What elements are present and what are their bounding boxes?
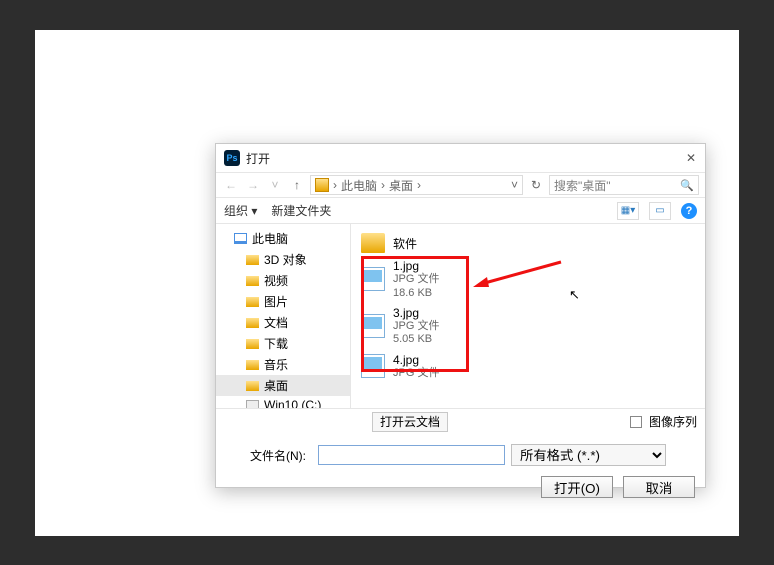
dialog-title: 打开	[246, 150, 683, 167]
folder-icon	[246, 276, 259, 286]
tree-item-label: 桌面	[264, 377, 288, 394]
view-mode-button[interactable]: ▦▾	[617, 202, 639, 220]
tree-item-label: 视频	[264, 272, 288, 289]
tree-item-label: 文档	[264, 314, 288, 331]
open-cloud-button[interactable]: 打开云文档	[372, 412, 448, 432]
pc-icon	[234, 233, 247, 244]
file-name: 3.jpg	[393, 306, 439, 320]
open-button[interactable]: 打开(O)	[541, 476, 613, 498]
tree-item-label: Win10 (C:)	[264, 398, 321, 408]
file-size: 18.6 KB	[393, 287, 439, 300]
app-icon: Ps	[224, 150, 240, 166]
path-sep: ›	[381, 178, 385, 192]
tree-item[interactable]: 图片	[216, 291, 350, 312]
folder-icon	[246, 360, 259, 370]
image-file-icon	[361, 354, 385, 378]
file-type: JPG 文件	[393, 273, 439, 286]
tree-item-label: 下载	[264, 335, 288, 352]
nav-forward[interactable]: →	[244, 178, 262, 192]
file-meta: 3.jpgJPG 文件5.05 KB	[393, 306, 439, 347]
titlebar: Ps 打开 ✕	[216, 144, 705, 172]
search-input[interactable]: 搜索"桌面" 🔍	[549, 175, 699, 195]
nav-back[interactable]: ←	[222, 178, 240, 192]
filename-label: 文件名(N):	[226, 447, 312, 464]
image-sequence-option[interactable]: 图像序列	[630, 413, 697, 430]
address-bar: ← → ˅ ↑ › 此电脑 › 桌面 › ˅ ↻ 搜索"桌面" 🔍	[216, 172, 705, 198]
search-icon: 🔍	[680, 179, 694, 192]
disk-icon	[246, 400, 259, 408]
tree-item[interactable]: 3D 对象	[216, 249, 350, 270]
folder-item[interactable]: 软件	[359, 230, 697, 256]
tree-item[interactable]: 视频	[216, 270, 350, 291]
file-size: 5.05 KB	[393, 333, 439, 346]
close-button[interactable]: ✕	[683, 150, 699, 166]
folder-icon	[246, 255, 259, 265]
filename-input[interactable]	[318, 445, 505, 465]
tree-item[interactable]: Win10 (C:)	[216, 396, 350, 408]
path-dropdown-icon[interactable]: ˅	[511, 178, 518, 192]
folder-icon	[246, 318, 259, 328]
folder-icon	[246, 381, 259, 391]
folder-icon	[246, 297, 259, 307]
image-file-icon	[361, 267, 385, 291]
toolbar: 组织 ▾ 新建文件夹 ▦▾ ▭ ?	[216, 198, 705, 224]
help-button[interactable]: ?	[681, 203, 697, 219]
tree-item[interactable]: 文档	[216, 312, 350, 333]
organize-menu[interactable]: 组织 ▾	[224, 202, 257, 219]
tree-item[interactable]: 桌面	[216, 375, 350, 396]
path-sep: ›	[417, 178, 421, 192]
image-file-icon	[361, 314, 385, 338]
path-box[interactable]: › 此电脑 › 桌面 › ˅	[310, 175, 523, 195]
tree-item[interactable]: 此电脑	[216, 228, 350, 249]
file-list[interactable]: ↖ 软件 1.jpgJPG 文件18.6 KB3.jpgJPG 文件5.05 K…	[351, 224, 705, 408]
folder-tree[interactable]: 此电脑 3D 对象视频图片文档下载音乐桌面 Win10 (C:)	[216, 224, 351, 408]
file-type: JPG 文件	[393, 367, 439, 380]
cancel-button[interactable]: 取消	[623, 476, 695, 498]
drive-icon	[315, 178, 329, 192]
file-name: 4.jpg	[393, 353, 439, 367]
folder-icon	[361, 233, 385, 253]
image-sequence-label: 图像序列	[649, 415, 697, 429]
tree-item-label: 此电脑	[252, 230, 288, 247]
tree-item-label: 图片	[264, 293, 288, 310]
preview-pane-button[interactable]: ▭	[649, 202, 671, 220]
file-item[interactable]: 3.jpgJPG 文件5.05 KB	[359, 303, 697, 350]
path-seg-2[interactable]: 桌面	[389, 177, 413, 194]
search-placeholder: 搜索"桌面"	[554, 177, 611, 194]
new-folder-button[interactable]: 新建文件夹	[271, 202, 331, 219]
open-file-dialog: Ps 打开 ✕ ← → ˅ ↑ › 此电脑 › 桌面 › ˅ ↻ 搜索"桌面" …	[215, 143, 706, 488]
folder-label: 软件	[393, 235, 417, 252]
file-type-select[interactable]: 所有格式 (*.*)	[511, 444, 666, 466]
tree-item[interactable]: 下载	[216, 333, 350, 354]
folder-icon	[246, 339, 259, 349]
bottom-panel: 文件名(N): 所有格式 (*.*) 打开(O) 取消	[216, 434, 705, 506]
file-item[interactable]: 4.jpgJPG 文件	[359, 350, 697, 384]
path-sep: ›	[333, 178, 337, 192]
file-name: 1.jpg	[393, 259, 439, 273]
file-meta: 1.jpgJPG 文件18.6 KB	[393, 259, 439, 300]
mid-bar: 打开云文档 图像序列	[216, 408, 705, 434]
nav-up[interactable]: ↑	[288, 178, 306, 192]
tree-item[interactable]: 音乐	[216, 354, 350, 375]
refresh-button[interactable]: ↻	[527, 178, 545, 192]
tree-item-label: 音乐	[264, 356, 288, 373]
image-sequence-checkbox[interactable]	[630, 416, 642, 428]
file-meta: 4.jpgJPG 文件	[393, 353, 439, 381]
nav-recent-dropdown[interactable]: ˅	[266, 178, 284, 192]
tree-item-label: 3D 对象	[264, 251, 307, 268]
path-seg-1[interactable]: 此电脑	[341, 177, 377, 194]
file-type: JPG 文件	[393, 320, 439, 333]
file-item[interactable]: 1.jpgJPG 文件18.6 KB	[359, 256, 697, 303]
